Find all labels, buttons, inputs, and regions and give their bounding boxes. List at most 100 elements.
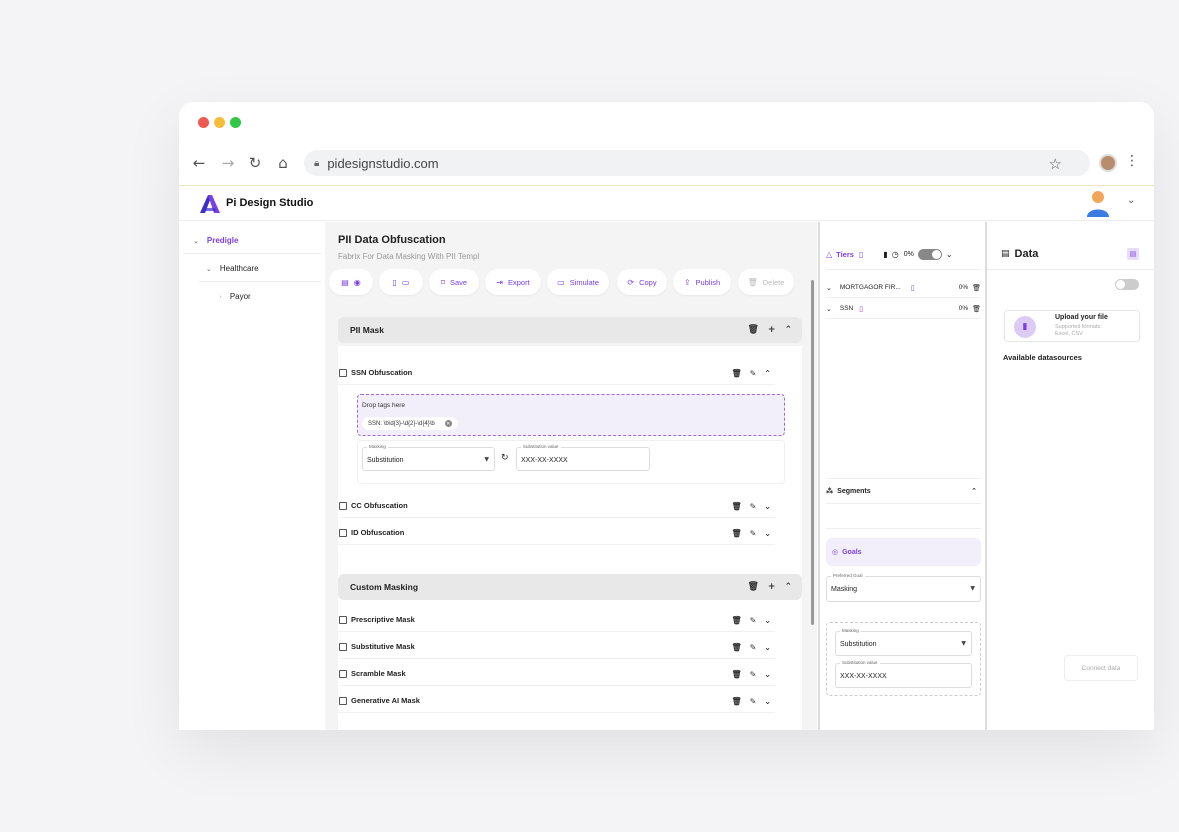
pencil-icon[interactable]: ✎ [750, 529, 757, 538]
tier-row[interactable]: ⌄ SSN ▯ 0% 🗑︎ [826, 299, 981, 319]
rule-substitutive-mask[interactable]: Substitutive Mask 🗑︎ ✎ ⌄ [339, 635, 775, 659]
divider [826, 528, 981, 529]
masking-select[interactable]: Masking Substitution ▼ [362, 444, 495, 471]
chevron-down-icon[interactable]: ⌄ [764, 670, 771, 679]
chevron-right-icon[interactable]: › [219, 293, 222, 301]
chevron-down-icon[interactable]: ⌄ [764, 616, 771, 625]
user-avatar[interactable] [1086, 189, 1110, 217]
pii-mask-section-header[interactable]: PII Mask 🗑︎ + ⌃ [338, 317, 802, 343]
pencil-icon[interactable]: ✎ [750, 369, 757, 378]
chevron-up-icon[interactable]: ⌃ [764, 369, 771, 378]
back-arrow-icon[interactable]: ← [188, 152, 210, 174]
tier-row[interactable]: ⌄ MORTGAGOR FIR... ▯ 0% 🗑︎ [826, 278, 981, 298]
home-icon[interactable]: ⌂ [272, 152, 294, 174]
sidebar-item-payor[interactable]: › Payor [219, 292, 251, 301]
trash-icon[interactable]: 🗑︎ [731, 369, 741, 378]
trash-icon[interactable]: 🗑︎ [731, 697, 741, 706]
rule-id-obfuscation[interactable]: ID Obfuscation 🗑︎ ✎ ⌄ [339, 521, 775, 545]
chevron-up-icon[interactable]: ⌃ [971, 487, 977, 495]
plus-icon[interactable]: + [768, 582, 776, 592]
checkbox[interactable] [339, 642, 347, 651]
goals-header[interactable]: ◎ Goals [826, 538, 981, 566]
trash-icon[interactable]: 🗑︎ [972, 305, 981, 313]
save-button[interactable]: ⌑ Save [429, 269, 479, 295]
available-datasources-label: Available datasources [1003, 353, 1082, 362]
goal-masking-select[interactable]: Masking Substitution ▼ [835, 628, 972, 656]
substitution-value-input[interactable]: Substitution value XXX-XX-XXXX [516, 444, 650, 471]
export-button[interactable]: ⇥ Export [485, 269, 541, 295]
delete-button[interactable]: 🗑︎ Delete [738, 269, 794, 295]
tag-dropzone[interactable]: Drop tags here SSN: \b\d{3}-\d{2}-\d{4}\… [357, 394, 785, 436]
checkbox[interactable] [339, 528, 347, 537]
trash-icon[interactable]: 🗑︎ [731, 643, 741, 652]
user-menu-chevron-icon[interactable]: ⌄ [1127, 195, 1135, 206]
pencil-icon[interactable]: ✎ [750, 697, 757, 706]
browser-profile-avatar[interactable] [1099, 154, 1117, 172]
trash-icon[interactable]: 🗑︎ [972, 284, 981, 292]
tiers-toggle[interactable] [917, 249, 942, 260]
pencil-icon[interactable]: ✎ [750, 502, 757, 511]
forward-arrow-icon[interactable]: → [217, 152, 239, 174]
sidebar-item-predigle[interactable]: ⌄ Predigle [193, 236, 238, 245]
view-toggle-button[interactable]: ▤ ◉ [329, 269, 373, 295]
checkbox[interactable] [339, 368, 347, 377]
simulate-button[interactable]: ▭ Simulate [547, 269, 609, 295]
pencil-icon[interactable]: ✎ [750, 643, 757, 652]
remove-tag-icon[interactable]: ✕ [444, 420, 452, 427]
minimize-window-dot[interactable] [214, 117, 225, 128]
trash-icon[interactable]: 🗑︎ [731, 670, 741, 679]
chevron-down-icon[interactable]: ⌄ [764, 697, 771, 706]
connect-data-button[interactable]: Connect data [1064, 655, 1138, 681]
rule-cc-obfuscation[interactable]: CC Obfuscation 🗑︎ ✎ ⌄ [339, 494, 775, 518]
maximize-window-dot[interactable] [230, 117, 241, 128]
sidebar-item-label: Predigle [206, 236, 239, 245]
trash-icon[interactable]: 🗑︎ [747, 582, 758, 592]
chevron-up-icon[interactable]: ⌃ [784, 582, 792, 592]
copy-button[interactable]: ⟳ Copy [617, 269, 667, 295]
regex-tag[interactable]: SSN: \b\d{3}-\d{2}-\d{4}\b ✕ [362, 417, 458, 430]
trash-icon[interactable]: 🗑︎ [731, 502, 741, 511]
checkbox[interactable] [339, 615, 347, 624]
sidebar-item-label: Payor [229, 292, 251, 301]
trash-icon[interactable]: 🗑︎ [747, 325, 758, 335]
close-window-dot[interactable] [198, 117, 209, 128]
rule-generative-ai-mask[interactable]: Generative AI Mask 🗑︎ ✎ ⌄ [339, 689, 775, 713]
sidebar-item-healthcare[interactable]: ⌄ Healthcare [206, 264, 259, 273]
tiers-header[interactable]: △ Tiers ▯ ▮ ◷ 0% ⌄ [826, 240, 981, 270]
chevron-down-icon[interactable]: ⌄ [764, 643, 771, 652]
custom-masking-section-header[interactable]: Custom Masking 🗑︎ + ⌃ [338, 574, 802, 600]
data-toggle[interactable] [1115, 279, 1139, 290]
chevron-down-icon[interactable]: ⌄ [946, 250, 953, 259]
chevron-down-icon[interactable]: ⌄ [764, 529, 771, 538]
checkbox[interactable] [339, 669, 347, 678]
bookmark-star-icon[interactable]: ☆ [1049, 155, 1062, 173]
plus-icon[interactable]: + [768, 325, 776, 335]
browser-menu-icon[interactable]: ⋮ [1125, 153, 1139, 169]
publish-button[interactable]: ⇪ Publish [673, 269, 731, 295]
refresh-icon[interactable]: ↻ [501, 453, 509, 463]
document-badge-icon[interactable]: ▤ [1127, 248, 1139, 260]
pencil-icon[interactable]: ✎ [750, 670, 757, 679]
chevron-down-icon[interactable]: ⌄ [826, 305, 832, 313]
url-bar[interactable]: 🔒︎ pidesignstudio.com ☆ [304, 150, 1090, 176]
reload-icon[interactable]: ↻ [244, 152, 266, 174]
chevron-down-icon[interactable]: ⌄ [826, 284, 832, 292]
goal-substitution-input[interactable]: Substitution value XXX-XX-XXXX [835, 660, 972, 688]
pencil-icon[interactable]: ✎ [750, 616, 757, 625]
browser-window: ← → ↻ ⌂ 🔒︎ pidesignstudio.com ☆ ⋮ Pi Des… [179, 102, 1154, 730]
chevron-up-icon[interactable]: ⌃ [784, 325, 792, 335]
preferred-goal-select[interactable]: Preferred Goal Masking ▼ [826, 573, 981, 602]
file-folder-button[interactable]: ▯ ▭ [379, 269, 423, 295]
trash-icon[interactable]: 🗑︎ [731, 616, 741, 625]
chevron-down-icon[interactable]: ⌄ [206, 265, 212, 273]
chevron-down-icon[interactable]: ⌄ [193, 237, 199, 245]
rule-ssn-obfuscation[interactable]: SSN Obfuscation 🗑︎ ✎ ⌃ [339, 361, 775, 385]
trash-icon[interactable]: 🗑︎ [731, 529, 741, 538]
chevron-down-icon[interactable]: ⌄ [764, 502, 771, 511]
checkbox[interactable] [339, 501, 347, 510]
checkbox[interactable] [339, 696, 347, 705]
upload-file-card[interactable]: ▮ Upload your file Supported formats: Ex… [1004, 310, 1140, 342]
rule-prescriptive-mask[interactable]: Prescriptive Mask 🗑︎ ✎ ⌄ [339, 608, 775, 632]
segments-header[interactable]: ⁂ Segments ⌃ [826, 478, 981, 504]
rule-scramble-mask[interactable]: Scramble Mask 🗑︎ ✎ ⌄ [339, 662, 775, 686]
